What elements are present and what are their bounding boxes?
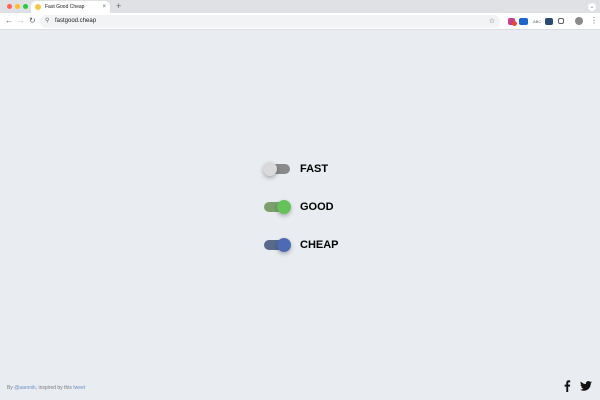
- url-text[interactable]: fastgood.cheap: [55, 18, 96, 25]
- toggle-knob: [263, 162, 277, 176]
- good-toggle[interactable]: [264, 200, 291, 214]
- extension-icon[interactable]: [545, 18, 553, 25]
- fast-toggle[interactable]: [263, 162, 290, 176]
- smiley-face-icon: [35, 4, 41, 10]
- credit-middle: , inspired by this: [35, 385, 74, 391]
- browser-toolbar: ← → ↻ ⚲ fastgood.cheap ☆ ABC ⋮: [0, 13, 600, 30]
- profile-avatar[interactable]: [575, 17, 583, 25]
- browser-tab-strip: Fast Good Cheap × + ⌄: [0, 0, 600, 13]
- reload-icon[interactable]: ↻: [29, 16, 36, 26]
- cheap-toggle[interactable]: [264, 238, 291, 252]
- extension-icon[interactable]: [508, 18, 517, 26]
- browser-menu-icon[interactable]: ⋮: [590, 16, 598, 26]
- new-tab-button[interactable]: +: [116, 1, 121, 12]
- tab-title: Fast Good Cheap: [45, 4, 85, 10]
- toggle-knob: [277, 200, 291, 214]
- tab-close-icon[interactable]: ×: [102, 4, 106, 10]
- extension-icon[interactable]: ABC: [533, 18, 541, 25]
- credit-text: By @aaronik, inspired by this tweet: [7, 385, 85, 392]
- extension-icon[interactable]: [519, 18, 528, 25]
- cheap-label[interactable]: CHEAP: [300, 237, 339, 253]
- tweet-link[interactable]: tweet: [73, 385, 85, 391]
- close-window-button[interactable]: [7, 4, 12, 9]
- maximize-window-button[interactable]: [23, 4, 28, 9]
- forward-arrow-icon[interactable]: →: [17, 16, 25, 26]
- author-link[interactable]: @aaronik: [14, 385, 35, 391]
- address-bar[interactable]: ⚲ fastgood.cheap ☆: [40, 15, 500, 28]
- tab-search-button[interactable]: ⌄: [588, 3, 596, 11]
- twitter-icon[interactable]: [580, 381, 592, 391]
- extensions-puzzle-icon[interactable]: [558, 18, 564, 24]
- browser-tab-active[interactable]: Fast Good Cheap ×: [31, 1, 110, 13]
- facebook-icon[interactable]: [563, 380, 571, 392]
- back-arrow-icon[interactable]: ←: [5, 16, 13, 26]
- site-info-icon[interactable]: ⚲: [45, 17, 49, 26]
- good-label[interactable]: GOOD: [300, 199, 334, 215]
- bookmark-star-icon[interactable]: ☆: [489, 17, 495, 26]
- toggle-knob: [277, 238, 291, 252]
- fast-label[interactable]: FAST: [300, 161, 328, 177]
- minimize-window-button[interactable]: [15, 4, 20, 9]
